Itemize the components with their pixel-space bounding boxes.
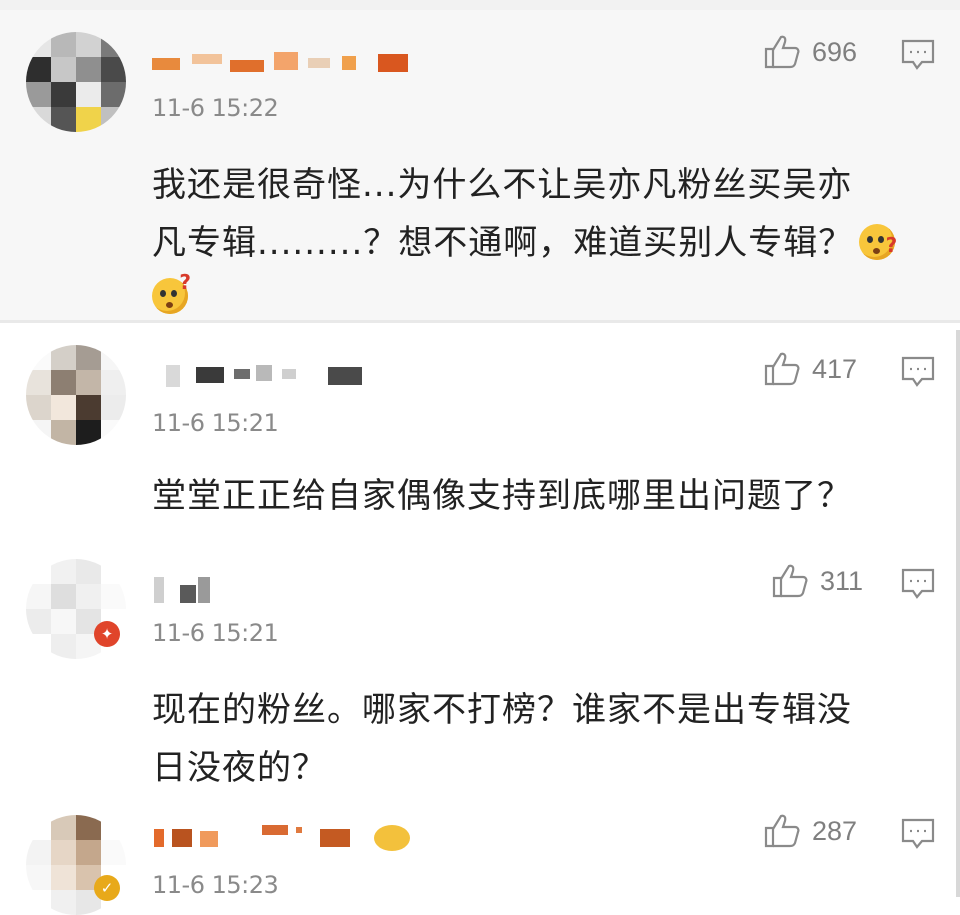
comment-card: 11-6 15:22 696 我还是很奇怪...为什么不让吴亦凡粉丝买吴亦 凡专… bbox=[0, 10, 960, 320]
username-blurred[interactable] bbox=[152, 363, 372, 387]
comment-card: ✓ 11-6 15:23 287 bbox=[0, 801, 960, 915]
comment-time: 11-6 15:21 bbox=[152, 619, 279, 647]
comment-text-line: 凡专辑.........？想不通啊，难道买别人专辑？? bbox=[152, 214, 922, 272]
top-gap bbox=[0, 0, 960, 10]
comment-bubble-icon[interactable] bbox=[900, 355, 936, 389]
comment-bubble-icon[interactable] bbox=[900, 38, 936, 72]
comment-text-line: 日没夜的？ bbox=[152, 748, 327, 788]
avatar[interactable] bbox=[26, 32, 126, 132]
like-count: 696 bbox=[812, 36, 858, 67]
verified-badge-icon: ✦ bbox=[94, 621, 120, 647]
like-count: 287 bbox=[812, 815, 858, 846]
comment-text: 堂堂正正给自家偶像支持到底哪里出问题了？ bbox=[152, 467, 922, 525]
verified-badge-icon: ✓ bbox=[94, 875, 120, 901]
like-button[interactable]: 696 bbox=[762, 32, 857, 72]
comment-bubble-icon[interactable] bbox=[900, 567, 936, 601]
comment-text: 我还是很奇怪...为什么不让吴亦凡粉丝买吴亦 凡专辑.........？想不通啊… bbox=[152, 156, 922, 272]
comment-bubble-icon[interactable] bbox=[900, 817, 936, 851]
like-button[interactable]: 311 bbox=[770, 561, 863, 601]
username-blurred[interactable] bbox=[152, 50, 412, 72]
thumbs-up-icon bbox=[764, 35, 800, 69]
comment-time: 11-6 15:22 bbox=[152, 94, 279, 122]
thinking-face-icon: ? bbox=[152, 270, 191, 314]
thumbs-up-icon bbox=[764, 814, 800, 848]
comment-text: 现在的粉丝。哪家不打榜？谁家不是出专辑没 日没夜的？ bbox=[152, 681, 922, 797]
like-button[interactable]: 287 bbox=[762, 811, 857, 851]
thinking-face-icon: ? bbox=[859, 224, 897, 260]
comment-card: 11-6 15:21 417 堂堂正正给自家偶像支持到底哪里出问题了？ bbox=[0, 323, 960, 541]
like-count: 311 bbox=[820, 565, 864, 596]
like-button[interactable]: 417 bbox=[762, 349, 857, 389]
comment-text-line: 我还是很奇怪...为什么不让吴亦凡粉丝买吴亦 bbox=[152, 165, 853, 205]
username-blurred[interactable] bbox=[152, 825, 422, 851]
thumbs-up-icon bbox=[772, 564, 808, 598]
avatar[interactable] bbox=[26, 345, 126, 445]
comment-text-line: 堂堂正正给自家偶像支持到底哪里出问题了？ bbox=[152, 476, 852, 516]
comment-text-segment: 凡专辑.........？想不通啊，难道买别人专辑？ bbox=[152, 223, 854, 263]
like-count: 417 bbox=[812, 353, 858, 384]
thumbs-up-icon bbox=[764, 352, 800, 386]
comment-time: 11-6 15:23 bbox=[152, 871, 279, 899]
comment-text-line: 现在的粉丝。哪家不打榜？谁家不是出专辑没 bbox=[152, 690, 852, 730]
emoji-row: ? bbox=[152, 270, 191, 314]
comment-card: ✦ 11-6 15:21 311 现在的粉丝。哪家不打榜？谁家不是出专辑没 日没… bbox=[0, 541, 960, 801]
username-blurred[interactable] bbox=[152, 575, 222, 603]
comment-time: 11-6 15:21 bbox=[152, 409, 279, 437]
